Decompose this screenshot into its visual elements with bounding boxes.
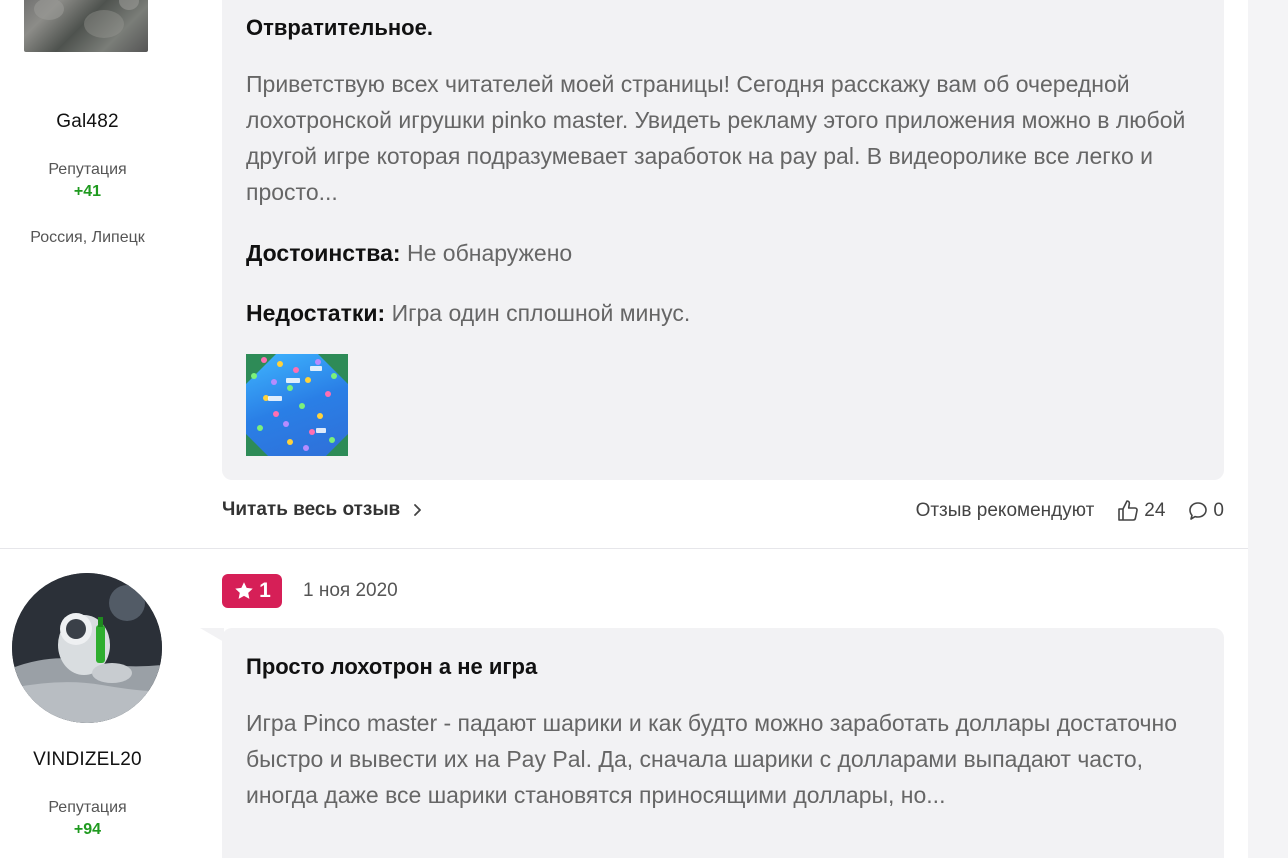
review-pros: Достоинства: Не обнаружено [246, 240, 572, 267]
read-more-label: Читать весь отзыв [222, 499, 401, 520]
comment-count: 0 [1213, 500, 1224, 521]
chevron-right-icon [412, 503, 422, 517]
cons-value: Игра один сплошной минус. [391, 300, 691, 326]
read-more-link[interactable]: Читать весь отзыв [222, 499, 422, 521]
reviews-page: Gal482 Репутация +41 Россия, Липецк Отвр… [0, 0, 1248, 858]
author-name[interactable]: Gal482 [0, 111, 175, 133]
game-screenshot-image [246, 354, 348, 456]
rating-value: 1 [259, 579, 271, 602]
review-image-thumbnail[interactable] [246, 354, 348, 456]
reputation-label: Репутация [48, 799, 127, 816]
cons-label: Недостатки: [246, 300, 386, 326]
page-scroll-gutter [1248, 0, 1288, 858]
reputation-value: +94 [73, 821, 102, 838]
review-cons: Недостатки: Игра один сплошной минус. [246, 300, 690, 327]
like-button[interactable]: 24 [1116, 499, 1165, 523]
rating-badge: 1 [222, 574, 282, 608]
star-icon [233, 580, 255, 602]
review-divider [0, 548, 1248, 549]
pros-value: Не обнаружено [406, 240, 573, 266]
thumbs-up-icon [1116, 499, 1140, 523]
author-name[interactable]: VINDIZEL20 [0, 749, 175, 771]
comment-icon [1187, 500, 1209, 522]
avatar[interactable] [12, 573, 162, 723]
review-title[interactable]: Отвратительное. [246, 15, 433, 41]
review-stats: Отзыв рекомендуют 24 0 [916, 499, 1224, 523]
review-text: Приветствую всех читателей моей страницы… [246, 71, 1186, 205]
reputation-label: Репутация [48, 161, 127, 178]
like-count: 24 [1144, 500, 1166, 521]
comments-button[interactable]: 0 [1187, 500, 1224, 522]
review-card: Отвратительное. Приветствую всех читател… [222, 0, 1224, 480]
avatar[interactable] [24, 0, 148, 52]
recommend-label: Отзыв рекомендуют [915, 500, 1095, 521]
author-location: Россия, Липецк [30, 229, 145, 246]
review-date: 1 ноя 2020 [303, 580, 398, 601]
review-text: Игра Pinco master - падают шарики и как … [246, 710, 1178, 808]
review-footer: Читать весь отзыв Отзыв рекомендуют 24 0 [222, 499, 1224, 529]
pros-label: Достоинства: [246, 240, 401, 266]
review-card: Просто лохотрон а не игра Игра Pinco mas… [222, 628, 1224, 858]
card-pointer [200, 628, 224, 642]
review-title[interactable]: Просто лохотрон а не игра [246, 654, 537, 680]
reputation-value: +41 [73, 183, 102, 200]
astronaut-avatar-image [12, 573, 162, 723]
